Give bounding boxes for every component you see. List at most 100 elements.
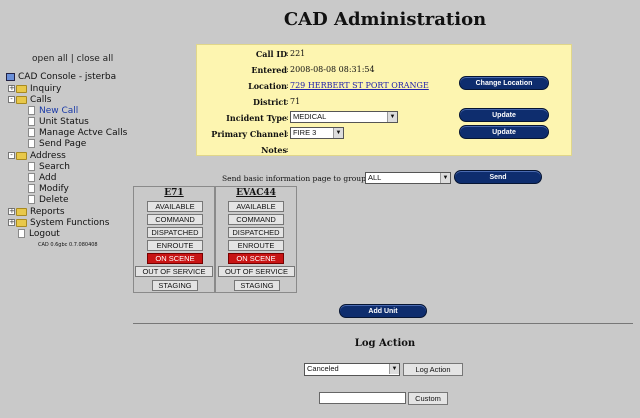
colon: : <box>286 129 289 138</box>
unit-name[interactable]: EVAC44 <box>216 188 296 198</box>
log-action-title: Log Action <box>354 338 416 349</box>
send-button[interactable]: Send <box>454 170 542 184</box>
status-out-of-service-button[interactable]: OUT OF SERVICE <box>218 266 295 277</box>
colon: : <box>286 81 289 90</box>
entered-row: Entered : 2008-08-08 08:31:54 <box>197 63 573 77</box>
district-label: District <box>253 97 287 107</box>
colon: : <box>286 49 289 58</box>
sidebar-item-unit-status[interactable]: Unit Status <box>28 117 89 128</box>
page-icon <box>18 229 25 238</box>
colon: : <box>286 97 289 106</box>
group-select[interactable]: ALL ▼ <box>365 172 451 184</box>
unit-name[interactable]: E71 <box>134 188 214 198</box>
sidebar-item-manage-active-calls[interactable]: Manage Actve Calls <box>28 128 127 139</box>
computer-icon <box>6 72 15 81</box>
close-all-link[interactable]: close all <box>77 54 114 64</box>
sidebar-item-add[interactable]: Add <box>28 173 56 184</box>
status-staging-button[interactable]: STAGING <box>234 280 280 291</box>
sidebar-item-modify[interactable]: Modify <box>28 184 69 195</box>
status-available-button[interactable]: AVAILABLE <box>228 201 284 212</box>
sidebar-root[interactable]: CAD Console - jsterba <box>6 72 116 83</box>
sidebar-item-calls[interactable]: - Calls <box>8 95 52 106</box>
status-dispatched-button[interactable]: DISPATCHED <box>147 227 203 238</box>
divider <box>133 323 633 324</box>
colon: : <box>286 113 289 122</box>
separator: | <box>70 54 74 64</box>
page-icon <box>28 184 35 193</box>
page-icon <box>28 195 35 204</box>
expand-icon[interactable]: + <box>8 85 15 92</box>
location-link[interactable]: 729 HERBERT ST PORT ORANGE <box>290 81 429 90</box>
page-icon <box>28 162 35 171</box>
sidebar-item-address[interactable]: - Address <box>8 151 66 162</box>
entered-value: 2008-08-08 08:31:54 <box>290 65 375 74</box>
change-location-button[interactable]: Change Location <box>459 76 549 90</box>
log-action-button[interactable]: Log Action <box>403 363 463 376</box>
status-command-button[interactable]: COMMAND <box>147 214 203 225</box>
sidebar-item-send-page[interactable]: Send Page <box>28 139 86 150</box>
page-icon <box>28 106 35 115</box>
sidebar-item-logout[interactable]: Logout <box>18 229 60 240</box>
log-action-select[interactable]: Canceled ▼ <box>304 363 400 376</box>
call-id-row: Call ID : 221 <box>197 47 573 61</box>
sidebar-item-reports[interactable]: + Reports <box>8 207 65 218</box>
status-enroute-button[interactable]: ENROUTE <box>228 240 284 251</box>
send-page-label: Send basic information page to group : <box>222 174 371 183</box>
page-icon <box>28 173 35 182</box>
district-row: District : 71 <box>197 95 573 109</box>
page-title: CAD Administration <box>283 9 487 30</box>
incident-type-value: MEDICAL <box>293 112 327 121</box>
page-icon <box>28 139 35 148</box>
open-all-link[interactable]: open all <box>32 54 68 64</box>
add-unit-button[interactable]: Add Unit <box>339 304 427 318</box>
update-primary-channel-button[interactable]: Update <box>459 125 549 139</box>
update-incident-type-button[interactable]: Update <box>459 108 549 122</box>
dropdown-arrow-icon[interactable]: ▼ <box>333 128 343 138</box>
status-available-button[interactable]: AVAILABLE <box>147 201 203 212</box>
call-id-label: Call ID <box>255 49 287 59</box>
status-enroute-button[interactable]: ENROUTE <box>147 240 203 251</box>
status-on-scene-button[interactable]: ON SCENE <box>147 253 203 264</box>
status-out-of-service-button[interactable]: OUT OF SERVICE <box>135 266 213 277</box>
unit-panel-evac44: EVAC44 AVAILABLE COMMAND DISPATCHED ENRO… <box>215 186 297 293</box>
call-id-value: 221 <box>290 49 306 58</box>
district-value: 71 <box>290 97 301 106</box>
dropdown-arrow-icon[interactable]: ▼ <box>440 173 450 183</box>
folder-icon <box>16 218 27 227</box>
status-dispatched-button[interactable]: DISPATCHED <box>228 227 284 238</box>
group-value: ALL <box>368 173 382 182</box>
custom-button[interactable]: Custom <box>408 392 448 405</box>
colon: : <box>286 145 289 154</box>
folder-open-icon <box>16 151 27 160</box>
folder-icon <box>16 207 27 216</box>
primary-channel-select[interactable]: FIRE 3 ▼ <box>290 127 344 139</box>
collapse-icon[interactable]: - <box>8 96 15 103</box>
status-on-scene-button[interactable]: ON SCENE <box>228 253 284 264</box>
incident-type-label: Incident Type <box>226 113 287 123</box>
notes-label: Notes <box>261 145 287 155</box>
expand-icon[interactable]: + <box>8 208 15 215</box>
status-staging-button[interactable]: STAGING <box>152 280 198 291</box>
collapse-icon[interactable]: - <box>8 152 15 159</box>
page-icon <box>28 128 35 137</box>
sidebar-item-system-functions[interactable]: + System Functions <box>8 218 109 229</box>
version-text: CAD 0.6gbc 0.7.080408 <box>38 242 98 248</box>
call-info-panel: Call ID : 221 Entered : 2008-08-08 08:31… <box>196 44 572 156</box>
log-action-value: Canceled <box>307 364 339 373</box>
sidebar-tree: CAD Console - jsterba + Inquiry - Calls Ne… <box>6 72 136 252</box>
sidebar-item-delete[interactable]: Delete <box>28 195 69 206</box>
incident-type-select[interactable]: MEDICAL ▼ <box>290 111 398 123</box>
dropdown-arrow-icon[interactable]: ▼ <box>387 112 397 122</box>
dropdown-arrow-icon[interactable]: ▼ <box>389 364 399 374</box>
sidebar-item-new-call[interactable]: New Call <box>28 106 78 117</box>
sidebar-item-inquiry[interactable]: + Inquiry <box>8 84 61 95</box>
expand-icon[interactable]: + <box>8 219 15 226</box>
colon: : <box>286 65 289 74</box>
location-label: Location <box>248 81 287 91</box>
custom-action-input[interactable] <box>319 392 406 404</box>
sidebar-item-search[interactable]: Search <box>28 162 70 173</box>
folder-icon <box>16 84 27 93</box>
open-close-all: open all | close all <box>32 54 113 64</box>
status-command-button[interactable]: COMMAND <box>228 214 284 225</box>
entered-label: Entered <box>251 65 287 75</box>
